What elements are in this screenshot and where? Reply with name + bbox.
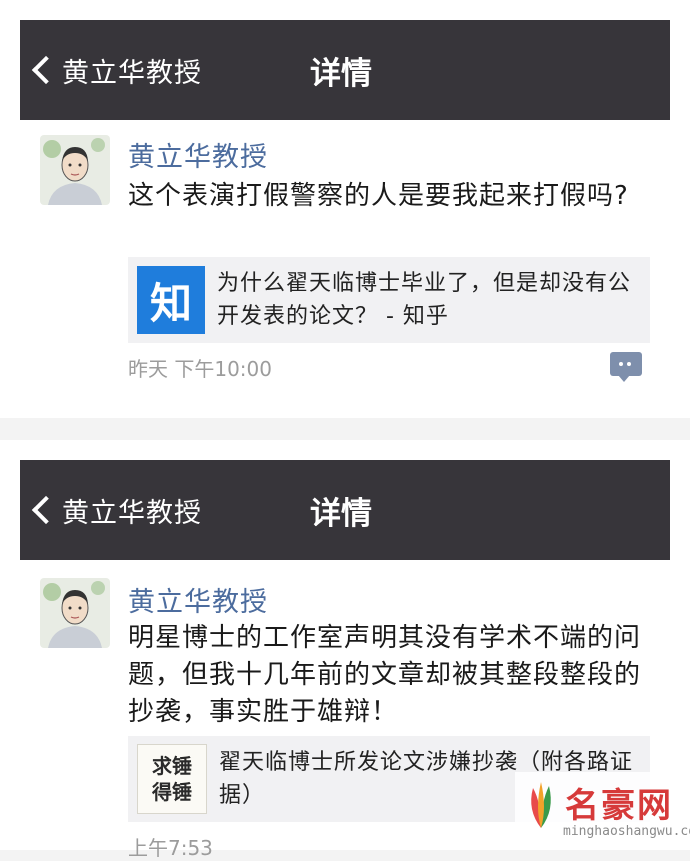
post-timestamp: 昨天 下午10:00 xyxy=(128,357,272,381)
watermark-text: 名豪网 xyxy=(565,786,673,826)
back-button[interactable]: 黄立华教授 xyxy=(31,460,202,560)
seal-line: 求锤 xyxy=(152,754,192,778)
back-label: 黄立华教授 xyxy=(62,497,202,529)
author-name[interactable]: 黄立华教授 xyxy=(128,580,268,619)
post-timestamp: 上午7:53 xyxy=(128,836,213,860)
link-card[interactable]: 知 为什么翟天临博士毕业了，但是却没有公开发表的论文？ - 知乎 xyxy=(128,257,650,343)
page-title: 详情 xyxy=(310,55,372,92)
post-text: 明星博士的工作室声明其没有学术不端的问题，但我十几年前的文章却被其整段整段的抄袭… xyxy=(128,623,642,727)
avatar[interactable] xyxy=(40,135,110,205)
avatar-portrait-icon xyxy=(40,135,110,205)
back-label: 黄立华教授 xyxy=(62,57,202,89)
page-title: 详情 xyxy=(310,495,372,532)
navbar: 黄立华教授 详情 xyxy=(20,460,670,560)
chevron-left-icon xyxy=(31,55,61,85)
link-title: 为什么翟天临博士毕业了，但是却没有公开发表的论文？ - 知乎 xyxy=(217,271,632,329)
avatar-portrait-icon xyxy=(40,578,110,648)
avatar[interactable] xyxy=(40,578,110,648)
zhihu-logo-icon: 知 xyxy=(137,266,205,334)
site-watermark: 名豪网 minghaoshangwu.com xyxy=(515,772,690,850)
comment-icon[interactable] xyxy=(610,352,642,382)
moment-detail-panel-1: 黄立华教授 详情 黄立华教授 这个表演打假警察的人是要我起来打假吗? 知 为什么… xyxy=(0,0,690,418)
back-button[interactable]: 黄立华教授 xyxy=(31,20,202,120)
watermark-url: minghaoshangwu.com xyxy=(563,824,690,839)
leaf-logo-icon xyxy=(531,782,551,828)
post-text: 这个表演打假警察的人是要我起来打假吗? xyxy=(128,181,629,211)
hammer-seal-icon: 求锤 得锤 xyxy=(137,744,207,814)
chevron-left-icon xyxy=(31,495,61,525)
navbar: 黄立华教授 详情 xyxy=(20,20,670,120)
author-name[interactable]: 黄立华教授 xyxy=(128,135,268,174)
seal-line: 得锤 xyxy=(152,780,192,804)
